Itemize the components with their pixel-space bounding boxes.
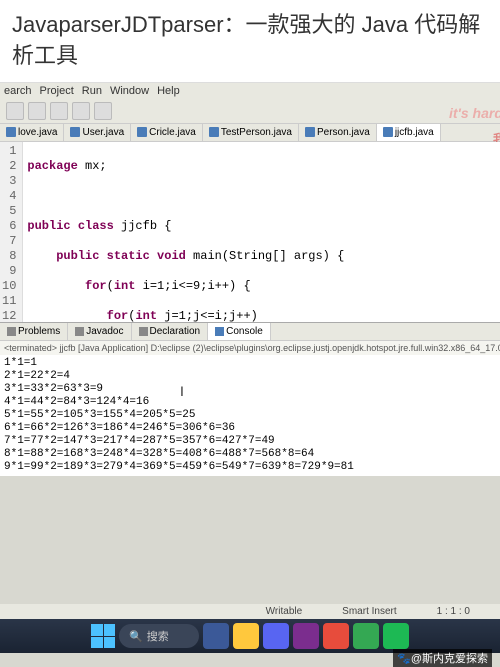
terminated-label: <terminated> jjcfb [Java Application] D:… [0, 341, 500, 355]
problems-icon [7, 327, 16, 336]
menu-search[interactable]: earch [4, 85, 32, 97]
tool-button[interactable] [72, 102, 90, 120]
tool-button[interactable] [6, 102, 24, 120]
text-cursor-icon: I [180, 383, 184, 399]
console-icon [215, 327, 224, 336]
panel-tabs: Problems Javadoc Declaration Console [0, 323, 500, 341]
java-icon [70, 127, 80, 137]
article-title: JavaparserJDTparser：一款强大的 Java 代码解析工具 [0, 0, 500, 83]
javadoc-icon [75, 327, 84, 336]
task-icon[interactable] [353, 623, 379, 649]
editor-tabs: love.java User.java Cricle.java TestPers… [0, 124, 500, 142]
tab-love[interactable]: love.java [0, 124, 64, 141]
code-content[interactable]: package mx; public class jjcfb { public … [23, 142, 377, 322]
windows-taskbar: 🔍 搜索 [0, 619, 500, 653]
tool-button[interactable] [94, 102, 112, 120]
menu-window[interactable]: Window [110, 85, 149, 97]
task-icon[interactable] [383, 623, 409, 649]
search-placeholder: 搜索 [147, 628, 169, 644]
task-icon[interactable] [203, 623, 229, 649]
tab-console[interactable]: Console [208, 323, 271, 340]
code-editor[interactable]: 123 =4 567 8910 1112 package mx; public … [0, 142, 500, 322]
search-icon: 🔍 [129, 630, 143, 643]
windows-start-icon[interactable] [91, 624, 115, 648]
tab-user[interactable]: User.java [64, 124, 131, 141]
task-icon[interactable] [263, 623, 289, 649]
taskbar-search[interactable]: 🔍 搜索 [119, 624, 199, 648]
toolbar [0, 99, 500, 124]
tool-button[interactable] [28, 102, 46, 120]
task-icon[interactable] [233, 623, 259, 649]
java-icon [6, 127, 16, 137]
tool-button[interactable] [50, 102, 68, 120]
java-icon [305, 127, 315, 137]
task-icon[interactable] [293, 623, 319, 649]
menu-bar: earch Project Run Window Help [0, 83, 500, 99]
tab-javadoc[interactable]: Javadoc [68, 323, 131, 340]
tab-person[interactable]: Person.java [299, 124, 377, 141]
status-position: 1 : 1 : 0 [437, 606, 470, 617]
menu-help[interactable]: Help [157, 85, 180, 97]
paw-icon: 🐾 [397, 652, 411, 665]
image-credit: 🐾@斯内克爱探索 [393, 649, 492, 667]
java-icon [209, 127, 219, 137]
tab-declaration[interactable]: Declaration [132, 323, 209, 340]
java-icon [383, 127, 393, 137]
menu-run[interactable]: Run [82, 85, 102, 97]
java-icon [137, 127, 147, 137]
status-bar: Writable Smart Insert 1 : 1 : 0 [0, 604, 500, 619]
task-icon[interactable] [323, 623, 349, 649]
status-insert: Smart Insert [342, 606, 396, 617]
bottom-panel: Problems Javadoc Declaration Console <te… [0, 322, 500, 476]
menu-project[interactable]: Project [40, 85, 74, 97]
tab-jjcfb[interactable]: jjcfb.java [377, 124, 441, 141]
watermark-text: it's hard fo [449, 105, 500, 121]
tab-testperson[interactable]: TestPerson.java [203, 124, 299, 141]
declaration-icon [139, 327, 148, 336]
tab-problems[interactable]: Problems [0, 323, 68, 340]
console-output[interactable]: 1*1=1 2*1=22*2=4 3*1=33*2=63*3=9 4*1=44*… [0, 355, 500, 476]
tab-circle[interactable]: Cricle.java [131, 124, 203, 141]
status-writable: Writable [266, 606, 303, 617]
line-gutter: 123 =4 567 8910 1112 [0, 142, 23, 322]
